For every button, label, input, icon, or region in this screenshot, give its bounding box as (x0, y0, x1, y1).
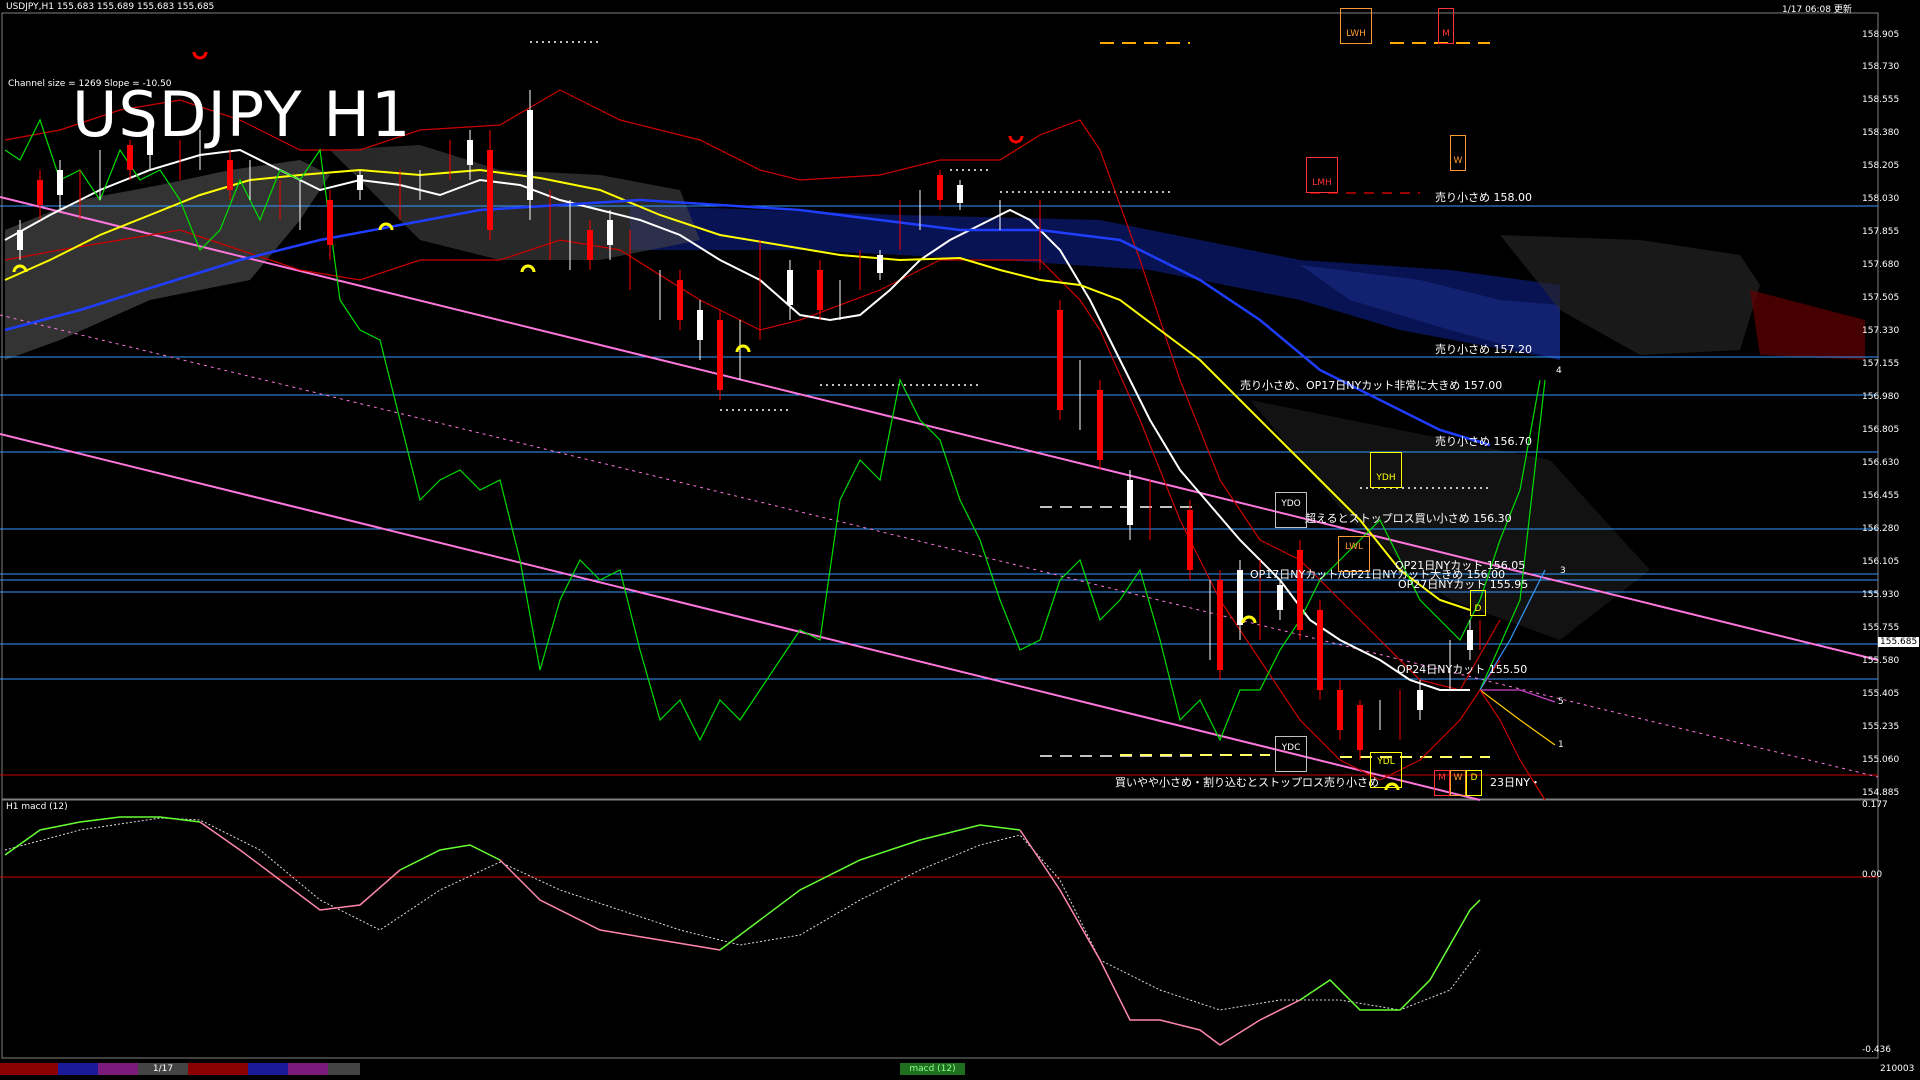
tab-color-blue[interactable] (58, 1063, 98, 1075)
price-tick: 155.405 (1862, 689, 1900, 699)
chart-title: USDJPY H1 (72, 78, 412, 151)
macd-title: H1 macd (12) (6, 802, 68, 812)
macd-main-up2 (719, 824, 1021, 951)
macd-axis-tick: -0.436 (1862, 1045, 1892, 1055)
macd-axis-tick: 0.00 (1862, 870, 1883, 880)
price-tick: 156.105 (1862, 557, 1900, 567)
price-tick: 154.885 (1862, 788, 1900, 798)
price-tick: 156.980 (1862, 392, 1900, 402)
tab-color-red-2[interactable] (188, 1063, 248, 1075)
current-price-label: 155.685 (1878, 637, 1920, 647)
symbol-info: USDJPY,H1 155.683 155.689 155.683 155.68… (6, 2, 215, 12)
price-tick: 156.630 (1862, 458, 1900, 468)
price-tick: 155.235 (1862, 722, 1900, 732)
tag-ydo: YDO (1275, 492, 1307, 528)
tab-color-purple-2[interactable] (288, 1063, 328, 1075)
tag-ydc: YDC (1275, 736, 1307, 772)
price-tick: 158.205 (1862, 161, 1900, 171)
level-label: 売り小さめ 158.00 (1435, 191, 1532, 204)
price-tick: 158.905 (1862, 30, 1900, 40)
projection-label: 3 (1560, 566, 1566, 576)
tag-d: D (1470, 590, 1486, 616)
level-label: 買いやや小さめ・割り込むとストップロス売り小さめ (1115, 776, 1379, 789)
price-tick: 155.930 (1862, 590, 1900, 600)
macd-main (4, 816, 201, 856)
tag-w-low: W (1450, 770, 1466, 796)
tag-m-low: M (1434, 770, 1450, 796)
tag-m: M (1438, 8, 1454, 44)
macd-main-up3 (1299, 899, 1481, 1011)
tag-ydl: YDL (1370, 752, 1402, 788)
tab-color-red[interactable] (0, 1063, 58, 1075)
macd-main-down2 (499, 859, 721, 951)
ichimoku-cloud (630, 205, 1560, 360)
macd-axis-tick: 0.177 (1862, 800, 1888, 810)
tag-ydh: YDH (1370, 452, 1402, 488)
price-tick: 157.680 (1862, 260, 1900, 270)
tag-d-low: D (1466, 770, 1482, 796)
price-tick: 156.805 (1862, 425, 1900, 435)
bottom-right-value: 210003 (1880, 1064, 1915, 1074)
macd-main-up (399, 844, 501, 871)
tag-lwl: LWL (1338, 536, 1370, 572)
price-tick: 157.330 (1862, 326, 1900, 336)
price-tick: 158.555 (1862, 95, 1900, 105)
tab-indicator[interactable]: macd (12) (900, 1063, 965, 1075)
price-tick: 158.380 (1862, 128, 1900, 138)
projection-label: 1 (1558, 740, 1564, 750)
tag-lwh: LWH (1340, 8, 1372, 44)
price-tick: 156.455 (1862, 491, 1900, 501)
tab-date[interactable]: 1/17 (138, 1063, 188, 1075)
projection-label: 5 (1558, 697, 1564, 707)
tab-gray[interactable] (328, 1063, 360, 1075)
price-tick: 157.155 (1862, 359, 1900, 369)
price-tick: 156.280 (1862, 524, 1900, 534)
price-chart[interactable] (0, 0, 1920, 1080)
price-tick: 157.855 (1862, 227, 1900, 237)
level-label: OP27日NYカット 155.95 (1398, 578, 1529, 591)
projection-label: 4 (1556, 366, 1562, 376)
level-label: 売り小さめ、OP17日NYカット非常に大きめ 157.00 (1240, 379, 1503, 392)
level-label: 売り小さめ 157.20 (1435, 343, 1532, 356)
macd-main-down3 (1019, 829, 1301, 1046)
price-tick: 155.580 (1862, 656, 1900, 666)
tag-w: W (1450, 135, 1466, 171)
price-tick: 158.030 (1862, 194, 1900, 204)
price-tick: 155.755 (1862, 623, 1900, 633)
tag-lmh: LMH (1306, 157, 1338, 193)
price-tick: 157.505 (1862, 293, 1900, 303)
bottom-tab-bar: 1/17 macd (12) (0, 1063, 1900, 1075)
level-label: OP24日NYカット 155.50 (1397, 663, 1528, 676)
tab-color-blue-2[interactable] (248, 1063, 288, 1075)
level-label: 売り小さめ 156.70 (1435, 435, 1532, 448)
price-tick: 155.060 (1862, 755, 1900, 765)
macd-signal (4, 817, 1481, 1011)
timestamp: 1/17 06:08 更新 (1782, 5, 1852, 15)
price-tick: 158.730 (1862, 62, 1900, 72)
tab-color-purple[interactable] (98, 1063, 138, 1075)
level-label: 23日NY・ (1490, 776, 1541, 789)
level-label: 超えるとストップロス買い小さめ 156.30 (1305, 512, 1512, 525)
dashed-levels-white (1040, 506, 1200, 757)
